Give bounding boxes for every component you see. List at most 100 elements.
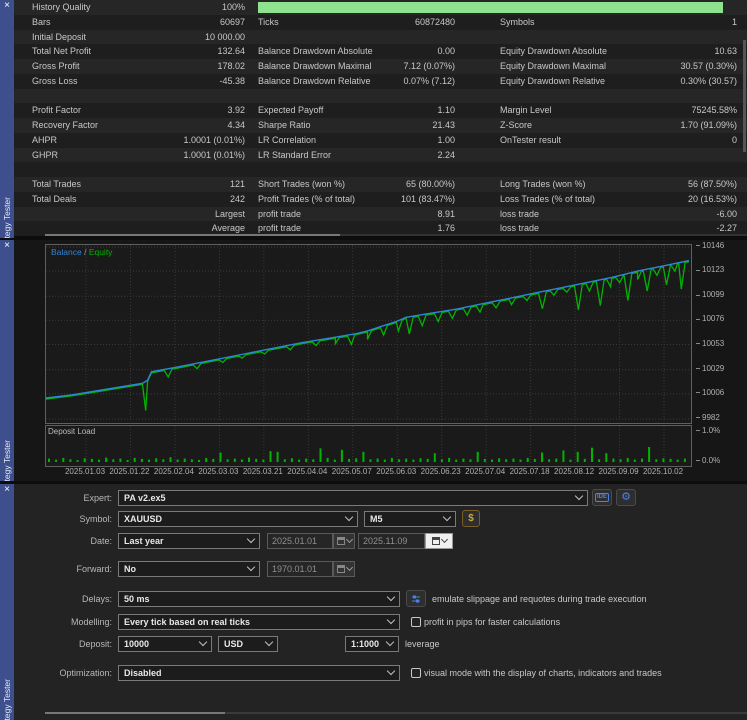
y-axis-tick-label: 10146: [696, 241, 724, 250]
history-quality-bar: [258, 2, 723, 13]
stat-label: [455, 59, 500, 74]
deposit-load-canvas: [48, 426, 686, 464]
symbol-properties-button[interactable]: $: [462, 510, 480, 527]
symbol-dropdown[interactable]: XAUUSD: [118, 510, 358, 527]
panel-tab-settings[interactable]: × Strategy Tester: [0, 484, 14, 720]
date-to-field[interactable]: 2025.11.09: [358, 532, 425, 549]
stat-label: [245, 59, 258, 74]
stat-label: Equity Drawdown Relative: [500, 75, 606, 86]
x-axis-date-label: 2025.06.23: [420, 467, 461, 476]
x-axis-date-label: 2025.02.04: [153, 467, 194, 476]
modelling-dropdown[interactable]: Every tick based on real ticks: [118, 613, 400, 630]
forward-date-calendar-button[interactable]: [333, 560, 355, 577]
panel-tab-results[interactable]: × Strategy Tester: [0, 0, 14, 238]
stat-value: 65 (80.00%): [405, 179, 455, 189]
stat-value: [390, 162, 455, 177]
stat-label: [258, 162, 390, 177]
y-axis-tick-label: 10076: [696, 314, 724, 323]
x-axis-date-label: 2025.03.21: [242, 467, 283, 476]
stats-row: Gross Loss -45.38 Balance Drawdown Relativ…: [14, 74, 747, 89]
stat-label: [258, 30, 390, 45]
profit-in-pips-checkbox[interactable]: [411, 616, 421, 627]
deposit-amount-dropdown[interactable]: 10000: [118, 635, 212, 652]
axis-tick: [696, 430, 700, 432]
ide-button[interactable]: IDE: [592, 489, 612, 506]
stat-label: [455, 162, 500, 177]
stat-label: Gross Loss: [32, 75, 78, 86]
stat-value: 178.02: [217, 61, 245, 71]
expert-dropdown[interactable]: PA v2.ex5: [118, 489, 588, 506]
leverage-dropdown[interactable]: 1:1000: [345, 635, 399, 652]
stat-value: 10.63: [714, 46, 737, 57]
latency-settings-button[interactable]: [406, 590, 426, 607]
optimization-dropdown[interactable]: Disabled: [118, 664, 400, 681]
x-axis-date-label: 2025.07.04: [465, 467, 506, 476]
stats-vertical-scrollbar[interactable]: [743, 40, 746, 152]
chevron-down-icon: [574, 491, 584, 501]
stat-value: 56 (87.50%): [687, 179, 737, 189]
stat-value: [650, 89, 737, 104]
date-to-calendar-button[interactable]: [425, 532, 453, 549]
panel-tab-graph[interactable]: × Strategy Tester: [0, 240, 14, 481]
visual-mode-checkbox[interactable]: [411, 667, 421, 678]
stat-label: Loss Trades (% of total): [500, 193, 596, 204]
close-icon[interactable]: ×: [0, 240, 14, 252]
ide-icon: IDE: [594, 493, 609, 502]
stat-label: [245, 148, 258, 163]
chevron-down-icon: [198, 637, 208, 647]
splitter-thumb[interactable]: [45, 712, 225, 714]
stat-value: -6.00: [716, 208, 737, 219]
stats-row: GHPR 1.0001 (0.01%) LR Standard Error 2.24: [14, 147, 747, 163]
stat-value: 7.12 (0.07%): [403, 61, 455, 71]
stat-label: [455, 177, 500, 192]
delays-dropdown[interactable]: 50 ms: [118, 590, 400, 607]
stats-horizontal-scrollbar[interactable]: [45, 234, 747, 236]
x-axis-date-label: 2025.05.07: [331, 467, 372, 476]
stat-label: [455, 30, 500, 45]
slider-icon: [412, 595, 420, 602]
stat-label: Long Trades (won %): [500, 179, 586, 189]
backtest-statistics-table: History Quality 100% Bars 60697 Ticks 6087248…: [14, 0, 747, 236]
forward-date-field[interactable]: 1970.01.01: [267, 560, 333, 577]
stat-label: [500, 148, 650, 163]
stat-value: 101 (83.47%): [400, 193, 455, 204]
chevron-down-icon: [386, 615, 396, 625]
date-range-dropdown[interactable]: Last year: [118, 532, 260, 549]
axis-tick: [696, 368, 700, 370]
strategy-tester-window: × Strategy Tester × Strategy Tester × St…: [0, 0, 747, 720]
stat-label: History Quality: [32, 2, 91, 12]
x-axis-date-label: 2025.06.03: [376, 467, 417, 476]
expert-label: Expert:: [83, 492, 112, 503]
timeframe-dropdown[interactable]: M5: [364, 510, 456, 527]
stat-label: Short Trades (won %): [258, 179, 346, 189]
stat-value: 21.43: [432, 120, 455, 130]
stat-label: [245, 89, 258, 104]
stat-value: 0.07% (7.12): [403, 75, 455, 86]
panel-tab-label: Strategy Tester: [2, 196, 12, 238]
stat-label: LR Correlation: [258, 134, 317, 145]
stat-value: 121: [229, 179, 245, 189]
scrollbar-thumb[interactable]: [45, 234, 340, 236]
deposit-label: Deposit:: [78, 638, 112, 649]
date-from-calendar-button[interactable]: [333, 532, 355, 549]
settings-splitter[interactable]: [45, 712, 747, 714]
stats-row: [14, 88, 747, 104]
forward-dropdown[interactable]: No: [118, 560, 260, 577]
close-icon[interactable]: ×: [0, 0, 14, 12]
calendar-icon: [336, 564, 345, 573]
x-axis-date-label: 2025.09.09: [598, 467, 639, 476]
stat-label: [32, 207, 182, 222]
date-from-field[interactable]: 2025.01.01: [267, 532, 333, 549]
stat-value: 1.70 (91.09%): [680, 120, 737, 130]
stat-label: Balance Drawdown Absolute: [258, 46, 373, 57]
close-icon[interactable]: ×: [0, 484, 14, 496]
stat-label: [455, 103, 500, 118]
stat-label: [455, 74, 500, 89]
stat-label: Total Deals: [32, 193, 77, 204]
stat-value: 1.0001 (0.01%): [183, 149, 245, 160]
chevron-down-icon: [385, 637, 395, 647]
deposit-currency-dropdown[interactable]: USD: [218, 635, 278, 652]
expert-properties-button[interactable]: ⚙: [616, 489, 636, 506]
stat-label: [245, 118, 258, 133]
chevron-down-icon: [246, 534, 256, 544]
